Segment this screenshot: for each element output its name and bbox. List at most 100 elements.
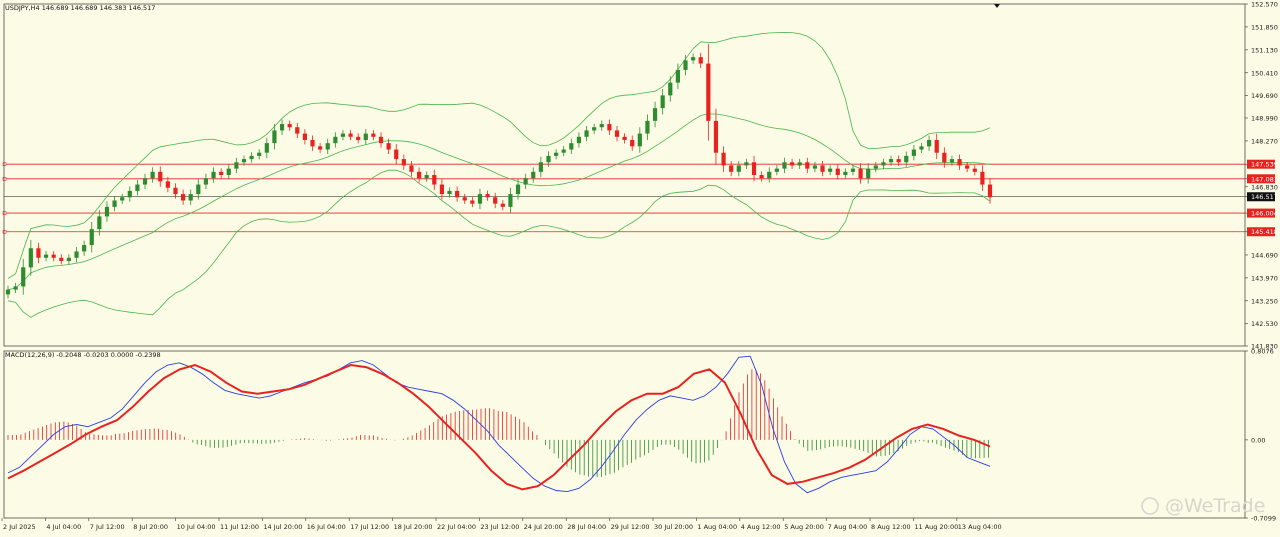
candle-body[interactable] [21,267,26,287]
candle-body[interactable] [660,95,665,109]
candle-body[interactable] [310,139,315,147]
candle-body[interactable] [751,162,757,175]
candle-body[interactable] [683,60,688,70]
candle-body[interactable] [546,155,551,163]
candle-body[interactable] [386,143,391,150]
candle-body[interactable] [150,171,155,179]
candle-body[interactable] [736,165,741,172]
candle-body[interactable] [36,248,41,258]
candle-body[interactable] [843,171,848,175]
candle-body[interactable] [782,162,787,169]
candle-body[interactable] [789,162,795,166]
candle-body[interactable] [74,251,79,258]
candle-body[interactable] [934,139,939,153]
candle-body[interactable] [257,152,262,156]
candle-body[interactable] [97,216,102,230]
level-handle[interactable] [2,176,7,181]
candle-body[interactable] [226,168,231,175]
candle-body[interactable] [104,206,110,217]
candle-body[interactable] [135,184,140,191]
candle-body[interactable] [858,168,863,179]
candle-body[interactable] [340,133,346,137]
candle-body[interactable] [82,245,87,252]
candle-body[interactable] [797,162,802,166]
candle-body[interactable] [904,155,909,163]
candle-body[interactable] [470,200,475,204]
candle-body[interactable] [561,149,566,153]
candle-body[interactable] [721,152,726,166]
candle-body[interactable] [896,159,901,163]
candle-body[interactable] [949,159,955,163]
candle-body[interactable] [249,155,254,160]
candle-body[interactable] [805,162,810,169]
candle-body[interactable] [691,57,696,61]
candle-body[interactable] [759,175,764,179]
candle-body[interactable] [462,197,467,201]
candle-body[interactable] [531,171,536,179]
candle-body[interactable] [706,63,711,121]
candle-body[interactable] [980,171,985,185]
candle-body[interactable] [432,175,437,185]
candle-body[interactable] [835,168,840,175]
candle-body[interactable] [523,178,528,185]
candle-body[interactable] [455,190,460,198]
candle-body[interactable] [965,165,970,169]
candle-body[interactable] [203,178,209,185]
candle-body[interactable] [637,133,642,147]
candle-body[interactable] [622,136,627,140]
candle-body[interactable] [409,165,414,172]
candle-body[interactable] [165,181,170,188]
candle-body[interactable] [112,200,117,207]
candle-body[interactable] [881,162,886,166]
candle-body[interactable] [325,143,330,150]
candle-body[interactable] [424,175,429,179]
candle-body[interactable] [866,168,871,179]
candle-body[interactable] [729,165,734,172]
candle-body[interactable] [942,152,947,163]
candle-body[interactable] [234,162,239,169]
candle-body[interactable] [416,171,422,179]
candle-body[interactable] [173,187,178,195]
candle-body[interactable] [668,82,673,96]
candle-body[interactable] [630,139,635,147]
candle-body[interactable] [394,149,399,160]
candle-body[interactable] [698,57,703,64]
candle-body[interactable] [614,130,620,137]
candle-body[interactable] [439,184,445,195]
candle-body[interactable] [318,146,323,150]
candle-body[interactable] [371,133,376,137]
candle-body[interactable] [264,143,269,153]
candle-body[interactable] [599,124,604,128]
candle-body[interactable] [211,171,216,179]
candle-body[interactable] [127,190,132,198]
candle-body[interactable] [378,136,384,144]
candle-body[interactable] [820,165,825,172]
candle-body[interactable] [592,127,597,131]
candle-body[interactable] [828,168,833,172]
candle-body[interactable] [241,159,247,163]
candle-body[interactable] [219,171,224,175]
candle-body[interactable] [272,130,277,144]
candle-body[interactable] [477,194,483,204]
candle-body[interactable] [66,257,71,261]
candle-body[interactable] [873,165,878,169]
candle-body[interactable] [569,143,574,150]
candle-body[interactable] [287,124,292,128]
candle-body[interactable] [333,136,338,144]
candle-body[interactable] [607,124,612,131]
candle-body[interactable] [500,203,505,207]
candle-body[interactable] [28,248,33,268]
candle-body[interactable] [911,149,916,156]
candle-body[interactable] [744,162,749,166]
candle-body[interactable] [493,197,498,204]
candle-body[interactable] [774,168,779,172]
candle-body[interactable] [767,171,772,179]
candle-body[interactable] [919,146,924,150]
level-handle[interactable] [2,162,7,167]
candle-body[interactable] [363,133,368,140]
candle-body[interactable] [576,136,582,144]
candle-body[interactable] [987,184,993,198]
candle-body[interactable] [348,133,353,137]
candle-body[interactable] [196,184,201,195]
candle-body[interactable] [508,194,513,207]
